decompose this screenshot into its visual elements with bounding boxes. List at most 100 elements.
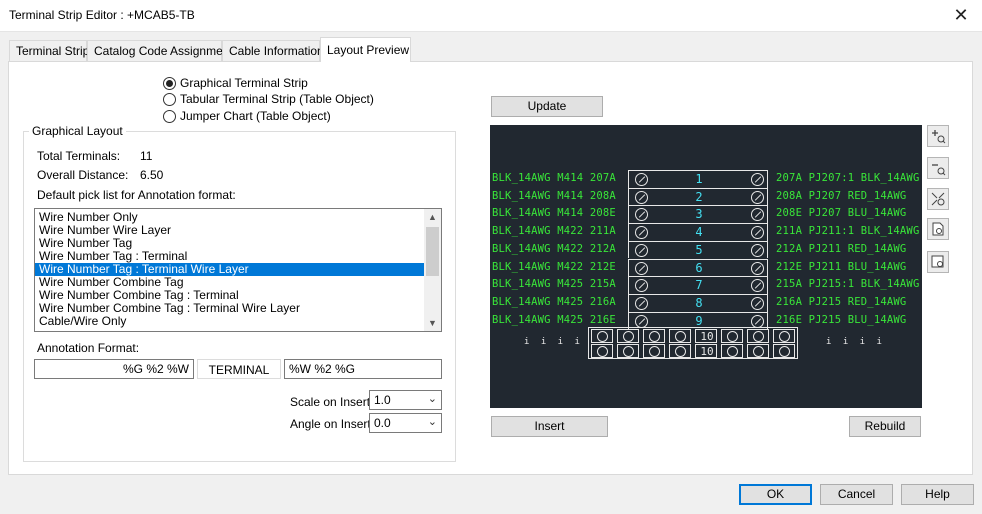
scale-combo[interactable]: 1.0 ⌄ <box>369 390 442 410</box>
terminal-row: BLK_14AWG M414 208E 3 208E PJ207 BLU_14A… <box>490 205 922 224</box>
screw-icon <box>751 208 764 222</box>
jumper-hole-icon <box>649 346 660 357</box>
row-left-annotation: BLK_14AWG M425 215A <box>492 278 616 291</box>
terminal-row: BLK_14AWG M414 208A 2 208A PJ207 RED_14A… <box>490 187 922 206</box>
jumper-cell <box>617 329 639 343</box>
jumper-hole-icon <box>623 331 634 342</box>
terminal-row: BLK_14AWG M414 207A 1 207A PJ207:1 BLK_1… <box>490 170 922 188</box>
screw-icon <box>635 243 648 257</box>
terminal-row: BLK_14AWG M422 211A 4 211A PJ211:1 BLK_1… <box>490 223 922 241</box>
row-left-annotation: BLK_14AWG M425 216E <box>492 313 616 326</box>
terminal-block: 1 <box>628 170 768 188</box>
tab-terminal-strip[interactable]: Terminal Strip <box>9 40 89 61</box>
terminal-row: BLK_14AWG M425 215A 7 215A PJ215:1 BLK_1… <box>490 276 922 294</box>
terminal-number: 4 <box>695 225 703 240</box>
screw-icon <box>751 243 764 257</box>
zoom-previous-icon[interactable] <box>927 251 949 273</box>
jumper-cell <box>747 329 769 343</box>
help-button[interactable]: Help <box>901 484 974 505</box>
terminal-block: 7 <box>628 276 768 294</box>
cancel-button[interactable]: Cancel <box>820 484 893 505</box>
screw-icon <box>751 296 764 310</box>
jumper-cell <box>721 344 743 358</box>
row-right-annotation: 211A PJ211:1 BLK_14AWG <box>776 225 920 238</box>
angle-combo[interactable]: 0.0 ⌄ <box>369 413 442 433</box>
zoom-window-icon[interactable] <box>927 218 949 240</box>
radio-graphical-terminal-strip[interactable]: Graphical Terminal Strip <box>163 75 308 91</box>
terminal-number: 8 <box>695 295 703 310</box>
tab-catalog-code-assignment[interactable]: Catalog Code Assignment <box>87 40 233 61</box>
annotation-right-field[interactable]: %W %2 %G <box>284 359 442 379</box>
scroll-thumb[interactable] <box>426 227 439 276</box>
tab-cable-information[interactable]: Cable Information <box>222 40 324 61</box>
jumper-hole-icon <box>727 331 738 342</box>
list-item[interactable]: Cable/Wire Only <box>35 315 424 328</box>
jumper-hole-icon <box>649 331 660 342</box>
chevron-down-icon: ⌄ <box>427 416 437 428</box>
row-right-annotation: 212A PJ211 RED_14AWG <box>776 242 907 255</box>
jumper-hole-icon <box>623 346 634 357</box>
jumper-cell <box>773 329 795 343</box>
screw-icon <box>751 261 764 275</box>
overall-distance-value: 6.50 <box>140 168 164 182</box>
row-left-annotation: BLK_14AWG M414 208A <box>492 189 616 202</box>
total-terminals-value: 11 <box>140 149 153 163</box>
screw-icon <box>751 190 764 204</box>
radio-jumper-chart[interactable]: Jumper Chart (Table Object) <box>163 108 331 124</box>
screw-icon <box>635 173 648 186</box>
annotation-pick-list[interactable]: Wire Number Only Wire Number Wire Layer … <box>34 208 442 332</box>
zoom-extents-icon[interactable] <box>927 188 949 210</box>
radio-selected-icon <box>163 76 176 90</box>
screw-icon <box>751 314 764 328</box>
layout-preview-canvas[interactable]: BLK_14AWG M414 207A 1 207A PJ207:1 BLK_1… <box>490 125 922 408</box>
terminal-row: BLK_14AWG M422 212A 5 212A PJ211 RED_14A… <box>490 240 922 259</box>
angle-label: Angle on Insert: <box>290 417 375 431</box>
terminal-block: 6 <box>628 258 768 277</box>
jumper-hole-icon <box>727 346 738 357</box>
list-scrollbar[interactable]: ▲ ▼ <box>424 209 441 331</box>
jumper-cell <box>617 344 639 358</box>
rebuild-button[interactable]: Rebuild <box>849 416 921 437</box>
bottom-marks-left: i i i i <box>524 337 583 347</box>
jumper-block: 10 10 <box>588 327 798 359</box>
ok-button[interactable]: OK <box>739 484 812 505</box>
terminal-block: 2 <box>628 187 768 206</box>
terminal-number: 7 <box>695 278 703 293</box>
terminal-number: 2 <box>695 189 703 204</box>
annotation-left-field[interactable]: %G %2 %W <box>34 359 194 379</box>
tab-layout-preview[interactable]: Layout Preview <box>320 37 411 62</box>
jumper-cell <box>747 344 769 358</box>
screw-icon <box>635 279 648 293</box>
terminal-number: 3 <box>695 207 703 222</box>
jumper-hole-icon <box>753 346 764 357</box>
zoom-in-icon[interactable] <box>927 125 949 147</box>
scroll-down-icon[interactable]: ▼ <box>424 315 441 331</box>
scroll-up-icon[interactable]: ▲ <box>424 209 441 225</box>
row-right-annotation: 215A PJ215:1 BLK_14AWG <box>776 278 920 291</box>
jumper-cell <box>591 344 613 358</box>
insert-button[interactable]: Insert <box>491 416 608 437</box>
angle-value: 0.0 <box>374 416 391 430</box>
row-right-annotation: 207A PJ207:1 BLK_14AWG <box>776 172 920 184</box>
radio-label: Jumper Chart (Table Object) <box>180 109 331 123</box>
overall-distance-label: Overall Distance: <box>37 168 129 182</box>
terminal-number: 5 <box>695 242 703 257</box>
terminal-number: 9 <box>695 313 703 328</box>
total-terminals-label: Total Terminals: <box>37 149 121 163</box>
update-button[interactable]: Update <box>491 96 603 117</box>
screw-icon <box>751 226 764 240</box>
jumper-hole-icon <box>675 346 686 357</box>
row-left-annotation: BLK_14AWG M425 216A <box>492 295 616 308</box>
screw-icon <box>635 261 648 275</box>
jumper-hole-icon <box>779 346 790 357</box>
jumper-cell <box>643 329 665 343</box>
jumper-cell <box>643 344 665 358</box>
scale-label: Scale on Insert: <box>290 395 374 409</box>
jumper-hole-icon <box>753 331 764 342</box>
radio-tabular-terminal-strip[interactable]: Tabular Terminal Strip (Table Object) <box>163 91 374 107</box>
zoom-out-icon[interactable] <box>927 157 949 179</box>
jumper-cell: 10 <box>695 344 717 358</box>
jumper-number: 10 <box>700 330 714 343</box>
screw-icon <box>635 208 648 222</box>
close-icon[interactable]: ✕ <box>950 4 972 26</box>
